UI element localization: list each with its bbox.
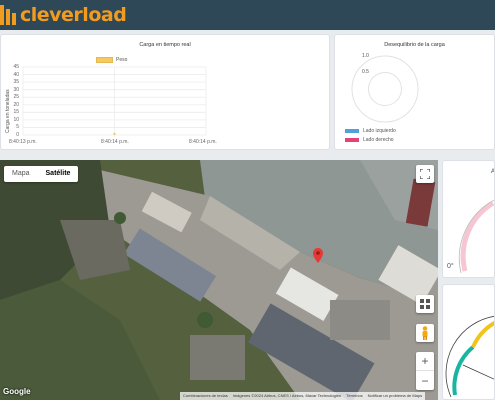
keyboard-shortcuts-link[interactable]: Combinaciones de teclas	[183, 392, 228, 400]
legend-swatch-left	[345, 129, 359, 133]
load-gauge	[445, 315, 494, 398]
load-chart-card: Carga en tiempo real Peso Carga en tonel…	[0, 34, 330, 150]
tab-satelite[interactable]: Satélite	[38, 166, 79, 182]
brand-name[interactable]: cleverload	[20, 3, 127, 27]
legend-label-right: Lado derecho	[363, 137, 394, 143]
layers-icon	[420, 299, 430, 309]
map-marker-icon[interactable]	[313, 248, 323, 263]
radar-tick-05: 0.5	[362, 69, 369, 75]
legend-left-side[interactable]: Lado izquierdo	[345, 128, 396, 134]
zoom-in-button[interactable]: +	[416, 352, 434, 371]
satellite-imagery	[0, 160, 438, 400]
tab-mapa[interactable]: Mapa	[4, 166, 38, 182]
legend-label-left: Lado izquierdo	[363, 128, 396, 134]
top-navbar: cleverload	[0, 0, 495, 30]
gauge-arc-pink	[460, 200, 494, 272]
satellite-map[interactable]	[0, 160, 438, 400]
gauge-zero-label: 0°	[447, 263, 454, 270]
series-point-peso[interactable]	[113, 132, 116, 136]
layers-button[interactable]	[416, 295, 434, 313]
radar-ring-inner	[368, 72, 402, 106]
load-gauge-card	[442, 284, 495, 400]
zoom-out-button[interactable]: −	[416, 371, 434, 390]
map-type-toggle: Mapa Satélite	[4, 166, 79, 182]
map-attribution: Combinaciones de teclas Imágenes ©2024 A…	[180, 392, 426, 400]
fullscreen-button[interactable]	[416, 165, 434, 183]
radar-ring-outer	[351, 55, 419, 123]
terms-link[interactable]: Términos	[346, 392, 363, 400]
logo-icon	[0, 5, 16, 25]
pegman-button[interactable]	[416, 324, 434, 342]
zoom-control: + −	[416, 352, 434, 390]
x-tick-label: 8:40:13 p.m.	[9, 139, 37, 145]
angle-gauge-card: A 0°	[442, 160, 495, 278]
x-tick-label: 8:40:14 p.m.	[189, 139, 217, 145]
radar-tick-1: 1.0	[362, 53, 369, 59]
balance-chart-card: Desequilibrio de la carga 1.0 0.5 Lado i…	[334, 34, 495, 150]
angle-gauge	[458, 199, 494, 274]
report-problem-link[interactable]: Notificar un problema de Maps	[368, 392, 422, 400]
imagery-credit: Imágenes ©2024 Airbus, CNES / Airbus, Ma…	[232, 393, 341, 398]
fullscreen-icon	[420, 169, 430, 179]
x-tick-label: 8:40:14 p.m.	[101, 139, 129, 145]
gauge-needle	[462, 364, 494, 380]
pegman-icon	[422, 326, 428, 340]
gauge-arc-yellow	[471, 320, 494, 348]
legend-swatch-right	[345, 138, 359, 142]
google-logo[interactable]: Google	[3, 387, 31, 396]
legend-right-side[interactable]: Lado derecho	[345, 137, 394, 143]
gauge-arc-teal	[452, 345, 475, 396]
load-chart-plot	[22, 66, 207, 136]
